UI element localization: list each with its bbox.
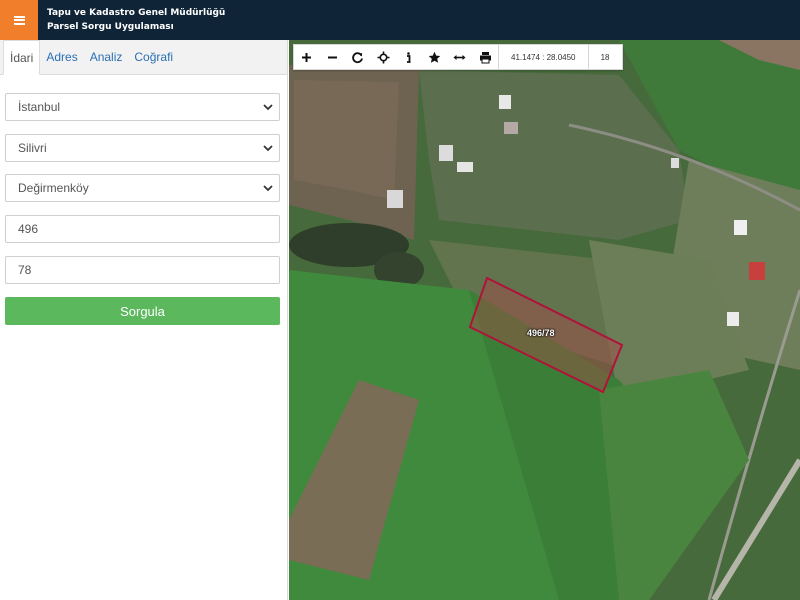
zoom-in-icon: [302, 52, 312, 62]
org-name: Tapu ve Kadastro Genel Müdürlüğü: [47, 8, 226, 18]
chevron-down-icon: [263, 185, 273, 192]
chevron-down-icon: [263, 145, 273, 152]
measure-distance-icon: [453, 54, 466, 60]
hamburger-icon: [13, 15, 25, 25]
info-icon: [407, 51, 411, 63]
info-button[interactable]: [396, 44, 422, 70]
panel-tabs: İdari Adres Analiz Coğrafi: [0, 40, 287, 75]
measure-button[interactable]: [447, 44, 473, 70]
tab-analiz[interactable]: Analiz: [84, 39, 129, 74]
map-toolbar: 41.1474 : 28.0450 18: [293, 44, 623, 70]
neighborhood-select[interactable]: Değirmenköy: [5, 174, 280, 202]
tab-idari[interactable]: İdari: [3, 40, 41, 75]
app-name: Parsel Sorgu Uygulaması: [47, 22, 174, 32]
parcel-label[interactable]: 496/78: [527, 328, 555, 338]
tab-adres[interactable]: Adres: [40, 39, 83, 74]
tab-cografi[interactable]: Coğrafi: [128, 39, 179, 74]
locate-button[interactable]: [371, 44, 397, 70]
bookmark-star-icon: [428, 51, 441, 63]
print-icon: [479, 51, 491, 63]
district-value: Silivri: [18, 141, 47, 155]
zoom-out-button[interactable]: [320, 44, 346, 70]
parcel-value: 78: [18, 263, 32, 277]
refresh-icon: [352, 51, 364, 63]
district-select[interactable]: Silivri: [5, 134, 280, 162]
print-button[interactable]: [473, 44, 499, 70]
zoom-in-button[interactable]: [294, 44, 320, 70]
app-header: Tapu ve Kadastro Genel Müdürlüğü Parsel …: [0, 0, 800, 40]
query-button[interactable]: Sorgula: [5, 297, 280, 325]
parcel-input[interactable]: 78: [5, 256, 280, 284]
locate-icon: [377, 51, 390, 63]
map-view[interactable]: 41.1474 : 28.0450 18 496/78: [289, 40, 800, 600]
block-value: 496: [18, 222, 39, 236]
block-input[interactable]: 496: [5, 215, 280, 243]
province-select[interactable]: İstanbul: [5, 93, 280, 121]
coordinate-readout: 41.1474 : 28.0450: [498, 44, 588, 70]
province-value: İstanbul: [18, 100, 61, 114]
satellite-imagery: [289, 40, 800, 600]
zoom-level: 18: [587, 44, 622, 70]
chevron-down-icon: [263, 104, 273, 111]
neighborhood-value: Değirmenköy: [18, 181, 89, 195]
query-panel: İdari Adres Analiz Coğrafi İstanbul Sili…: [0, 40, 288, 600]
refresh-button[interactable]: [345, 44, 371, 70]
hamburger-menu-button[interactable]: [0, 0, 38, 40]
zoom-out-icon: [327, 56, 337, 58]
app-titles: Tapu ve Kadastro Genel Müdürlüğü Parsel …: [47, 6, 225, 34]
bookmark-button[interactable]: [422, 44, 448, 70]
